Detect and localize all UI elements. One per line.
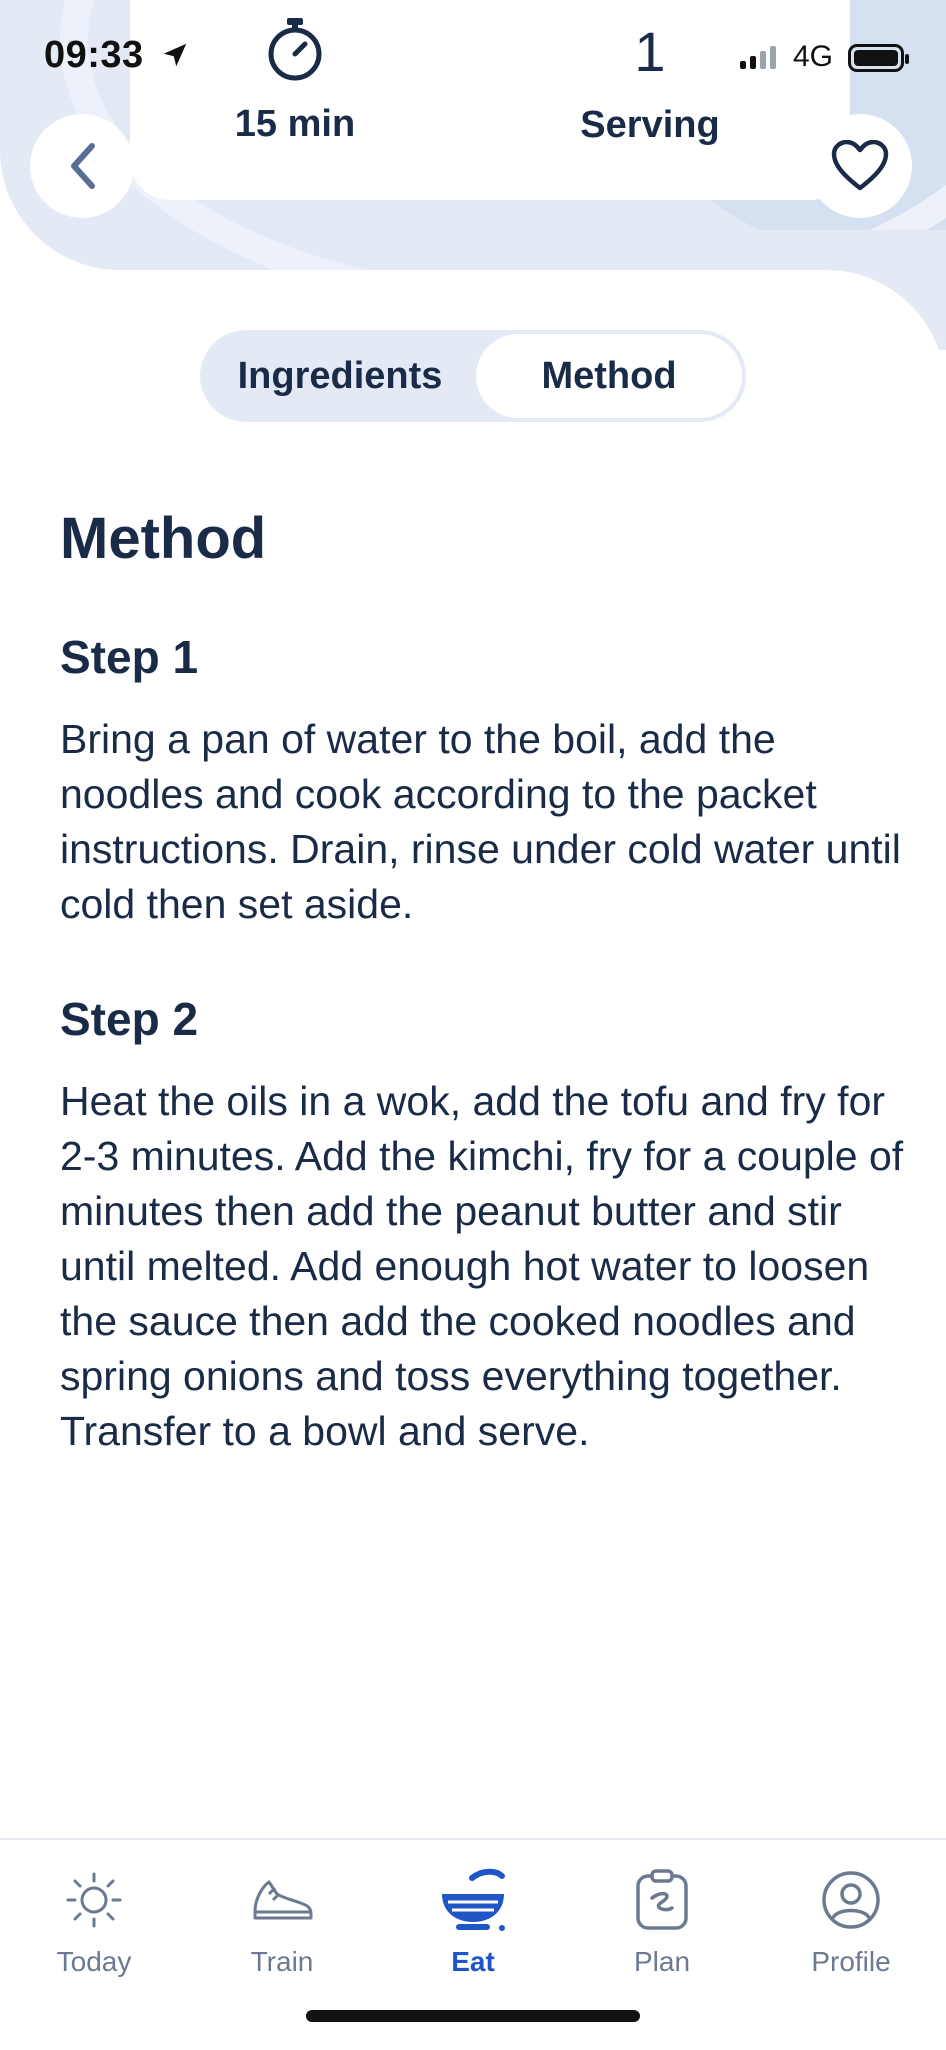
- servings-label: Serving: [580, 104, 720, 146]
- duration-stat: 15 min: [220, 16, 370, 146]
- step-title: Step 2: [60, 993, 199, 1045]
- tab-label: Plan: [633, 1946, 691, 1977]
- tab-label: Today: [56, 1946, 132, 1977]
- duration-label: 15 min: [234, 103, 356, 145]
- section-tabs: Ingredients Method: [200, 330, 746, 422]
- location-arrow-icon: [163, 43, 187, 67]
- tab-ingredients[interactable]: Ingredients: [204, 334, 476, 418]
- stopwatch-icon: [268, 18, 322, 81]
- tab-method[interactable]: Method: [476, 334, 742, 418]
- step-title: Step 1: [60, 631, 199, 683]
- network-type: 4G: [793, 40, 834, 73]
- home-indicator[interactable]: [306, 2010, 640, 2022]
- tab-label: Train: [250, 1946, 314, 1977]
- tab-train[interactable]: Train: [212, 1860, 352, 1978]
- clipboard-icon: [636, 1869, 688, 1930]
- tab-plan[interactable]: Plan: [592, 1860, 732, 1978]
- step-text: Bring a pan of water to the boil, add th…: [60, 716, 901, 927]
- battery-icon: [848, 44, 909, 72]
- back-button[interactable]: [30, 114, 134, 218]
- chevron-left-icon: [71, 143, 95, 189]
- servings-stat: 1 Serving: [560, 24, 740, 147]
- tab-eat[interactable]: Eat: [403, 1860, 543, 1978]
- signal-strength-icon: [740, 46, 776, 69]
- user-circle-icon: [822, 1871, 880, 1929]
- sun-icon: [66, 1872, 122, 1928]
- favorite-button[interactable]: [808, 114, 912, 218]
- method-heading: Method: [60, 506, 267, 571]
- heart-icon: [831, 140, 889, 191]
- tab-today[interactable]: Today: [24, 1860, 164, 1978]
- step-text: Heat the oils in a wok, add the tofu and…: [60, 1078, 904, 1454]
- status-time: 09:33: [44, 34, 144, 76]
- shoe-icon: [253, 1880, 313, 1920]
- tab-label: Profile: [811, 1946, 891, 1977]
- status-bar: 09:33 4G: [0, 0, 946, 118]
- tab-profile[interactable]: Profile: [781, 1860, 921, 1978]
- tab-label: Eat: [451, 1946, 495, 1977]
- servings-count: 1: [634, 20, 666, 83]
- bowl-icon: [442, 1868, 505, 1931]
